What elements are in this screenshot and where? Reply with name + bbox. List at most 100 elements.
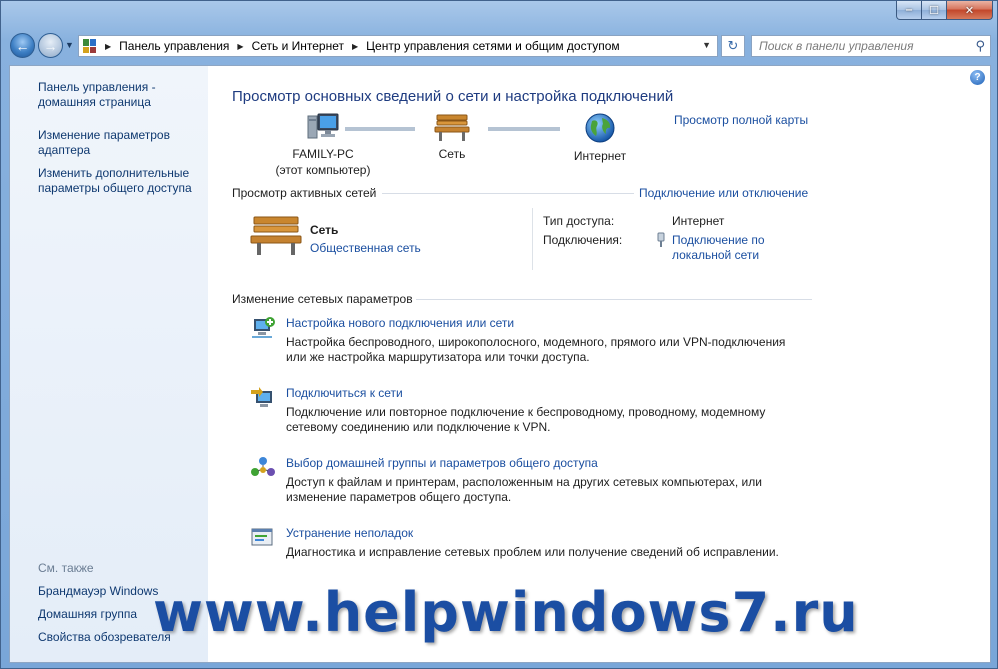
map-node-internet[interactable]: Интернет — [565, 112, 635, 164]
maximize-icon: ☐ — [929, 4, 939, 17]
watermark-text: www.helpwindows7.ru — [153, 581, 859, 644]
breadcrumb-network-center[interactable]: Центр управления сетями и общим доступом — [366, 39, 620, 53]
navigation-bar: ← → ▼ ▶ Панель управления ▶ Сеть и Интер… — [1, 29, 998, 63]
sidebar: Панель управления - домашняя страница Из… — [10, 66, 208, 662]
refresh-button[interactable]: ↻ — [721, 35, 745, 57]
breadcrumb-separator-icon[interactable]: ▶ — [237, 42, 243, 51]
bench-icon — [250, 216, 302, 255]
ethernet-plug-icon — [657, 232, 665, 247]
back-button[interactable]: ← — [10, 33, 35, 58]
full-map-link[interactable]: Просмотр полной карты — [674, 113, 808, 127]
maximize-button[interactable]: ☐ — [922, 1, 947, 20]
task-description: Подключение или повторное подключение к … — [286, 405, 826, 435]
client-area: Панель управления - домашняя страница Из… — [9, 65, 991, 663]
sidebar-link-control-panel-home[interactable]: Панель управления - домашняя страница — [38, 80, 156, 110]
change-settings-heading: Изменение сетевых параметров — [232, 292, 413, 306]
connect-disconnect-link[interactable]: Подключение или отключение — [639, 186, 808, 200]
map-connector-line — [488, 127, 560, 131]
local-connection-line: локальной сети — [672, 248, 760, 262]
forward-button[interactable]: → — [38, 33, 63, 58]
new-connection-link[interactable]: Настройка нового подключения или сети — [286, 316, 514, 330]
address-dropdown-icon[interactable]: ▼ — [702, 40, 711, 50]
back-arrow-icon: ← — [15, 37, 30, 54]
help-icon: ? — [974, 72, 981, 83]
search-input[interactable]: Поиск в панели управления ⚲ — [751, 35, 991, 57]
task-connect-network: Подключиться к сети Подключение или повт… — [250, 386, 810, 436]
homegroup-icon — [251, 457, 275, 476]
connections-label: Подключения: — [543, 233, 623, 247]
connect-network-link[interactable]: Подключиться к сети — [286, 386, 403, 400]
window-frame: ‒ ☐ ✕ ← → ▼ ▶ Панель управления ▶ Сеть и… — [0, 0, 998, 669]
local-connection-link[interactable]: Подключение по локальной сети — [672, 233, 765, 263]
active-networks-heading: Просмотр активных сетей — [232, 186, 377, 200]
map-node-network[interactable]: Сеть — [422, 112, 482, 162]
globe-icon — [585, 113, 615, 143]
sidebar-link-line: Изменение параметров — [38, 128, 170, 142]
network-name-map: Сеть — [438, 147, 466, 161]
bench-icon — [434, 114, 470, 141]
map-node-computer[interactable]: FAMILY-PC (этот компьютер) — [268, 112, 378, 178]
active-network-name: Сеть — [310, 223, 339, 237]
breadcrumb-control-panel[interactable]: Панель управления — [119, 39, 229, 53]
sidebar-link-firewall[interactable]: Брандмауэр Windows — [38, 584, 158, 599]
new-connection-icon — [252, 317, 275, 338]
computer-sub: (этот компьютер) — [275, 163, 371, 177]
task-description-line: сетевому соединению или подключение к VP… — [286, 420, 551, 434]
breadcrumb-network-internet[interactable]: Сеть и Интернет — [252, 39, 344, 53]
minimize-icon: ‒ — [905, 4, 913, 16]
sidebar-link-line: домашняя страница — [38, 95, 151, 109]
chevron-down-icon: ▼ — [65, 40, 74, 50]
sidebar-link-line: параметры общего доступа — [38, 181, 192, 195]
troubleshoot-icon — [251, 528, 273, 546]
sidebar-link-line: Панель управления - — [38, 80, 156, 94]
access-type-label: Тип доступа: — [543, 214, 615, 228]
help-button[interactable]: ? — [970, 70, 985, 85]
computer-name: FAMILY-PC — [292, 147, 354, 161]
recent-pages-button[interactable]: ▼ — [65, 40, 74, 50]
sidebar-link-homegroup[interactable]: Домашняя группа — [38, 607, 137, 622]
breadcrumb-separator-icon[interactable]: ▶ — [105, 42, 111, 51]
homegroup-sharing-link[interactable]: Выбор домашней группы и параметров общег… — [286, 456, 598, 470]
refresh-icon: ↻ — [727, 38, 739, 53]
sidebar-link-line: адаптера — [38, 143, 91, 157]
minimize-button[interactable]: ‒ — [896, 1, 922, 20]
task-new-connection: Настройка нового подключения или сети На… — [250, 316, 810, 366]
forward-arrow-icon: → — [43, 37, 58, 54]
task-description-line: Настройка беспроводного, широкополосного… — [286, 335, 786, 349]
section-divider — [382, 193, 634, 194]
caption-buttons: ‒ ☐ ✕ — [896, 1, 993, 20]
access-type-value: Интернет — [672, 214, 725, 228]
troubleshoot-link[interactable]: Устранение неполадок — [286, 526, 413, 540]
task-description: Настройка беспроводного, широкополосного… — [286, 335, 826, 365]
task-description-line: или же настройка маршрутизатора или точк… — [286, 350, 590, 364]
sidebar-link-adapter-settings[interactable]: Изменение параметров адаптера — [38, 128, 170, 158]
task-description-line: Доступ к файлам и принтерам, расположенн… — [286, 475, 762, 489]
breadcrumb-separator-icon[interactable]: ▶ — [352, 42, 358, 51]
internet-label: Интернет — [573, 149, 627, 163]
close-button[interactable]: ✕ — [947, 1, 993, 20]
active-network-icon-button[interactable] — [250, 214, 302, 259]
sidebar-link-internet-options[interactable]: Свойства обозревателя — [38, 630, 171, 645]
vertical-divider — [532, 208, 533, 270]
control-panel-icon — [83, 39, 97, 53]
search-icon[interactable]: ⚲ — [975, 38, 985, 54]
local-connection-line: Подключение по — [672, 233, 765, 247]
close-icon: ✕ — [964, 4, 975, 17]
page-title: Просмотр основных сведений о сети и наст… — [232, 88, 674, 105]
section-divider — [416, 299, 812, 300]
task-description-line: Диагностика и исправление сетевых пробле… — [286, 545, 779, 559]
task-description: Доступ к файлам и принтерам, расположенн… — [286, 475, 826, 505]
task-troubleshoot: Устранение неполадок Диагностика и испра… — [250, 526, 810, 566]
sidebar-link-line: Изменить дополнительные — [38, 166, 190, 180]
network-type-link[interactable]: Общественная сеть — [310, 241, 421, 255]
task-homegroup: Выбор домашней группы и параметров общег… — [250, 456, 810, 506]
map-connector-line — [345, 127, 415, 131]
computer-icon — [307, 113, 339, 139]
connect-network-icon — [251, 387, 272, 407]
see-also-label: См. также — [38, 561, 94, 575]
address-bar[interactable]: ▶ Панель управления ▶ Сеть и Интернет ▶ … — [78, 35, 718, 57]
title-bar[interactable]: ‒ ☐ ✕ — [1, 1, 998, 25]
task-description-line: изменение параметров общего доступа. — [286, 490, 512, 504]
sidebar-link-advanced-sharing[interactable]: Изменить дополнительные параметры общего… — [38, 166, 192, 196]
task-description-line: Подключение или повторное подключение к … — [286, 405, 766, 419]
